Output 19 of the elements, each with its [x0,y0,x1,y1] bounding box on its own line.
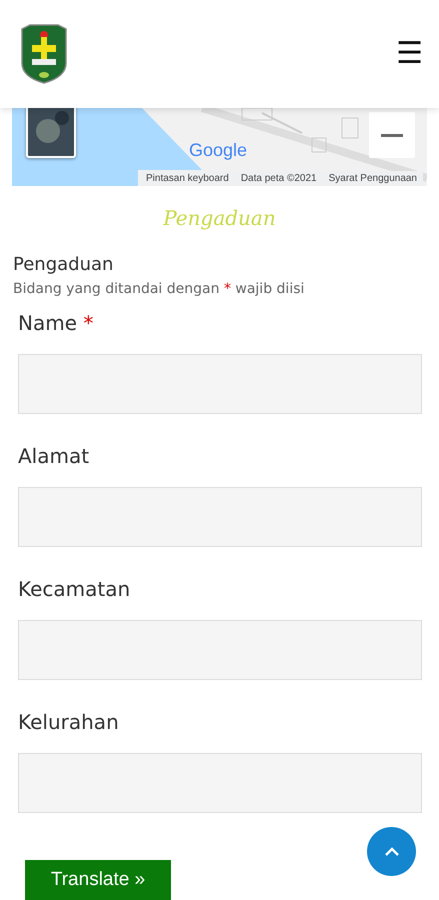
satellite-thumbnail[interactable] [26,108,76,158]
input-field[interactable] [18,753,422,813]
required-note: Bidang yang ditandai dengan * wajib diisi [13,281,306,297]
form-title: Pengaduan [13,254,114,275]
translate-button[interactable]: Translate » [25,860,171,900]
map-logo: Google [189,141,248,159]
scroll-top-button[interactable] [367,827,416,876]
input-field[interactable] [18,620,422,680]
input-field[interactable] [18,487,422,547]
chevron-up-icon [384,847,398,856]
minus-icon [381,134,403,136]
zoom-out-button[interactable] [369,112,415,158]
section-title: Pengaduan [162,206,277,230]
field-label: Kecamatan [18,577,132,603]
input-field[interactable] [18,354,422,414]
field-label: Kelurahan [18,710,120,736]
field-label: Alamat [18,444,90,470]
field-label: Name * [18,311,94,337]
menu-icon[interactable]: ☰ [396,39,423,69]
